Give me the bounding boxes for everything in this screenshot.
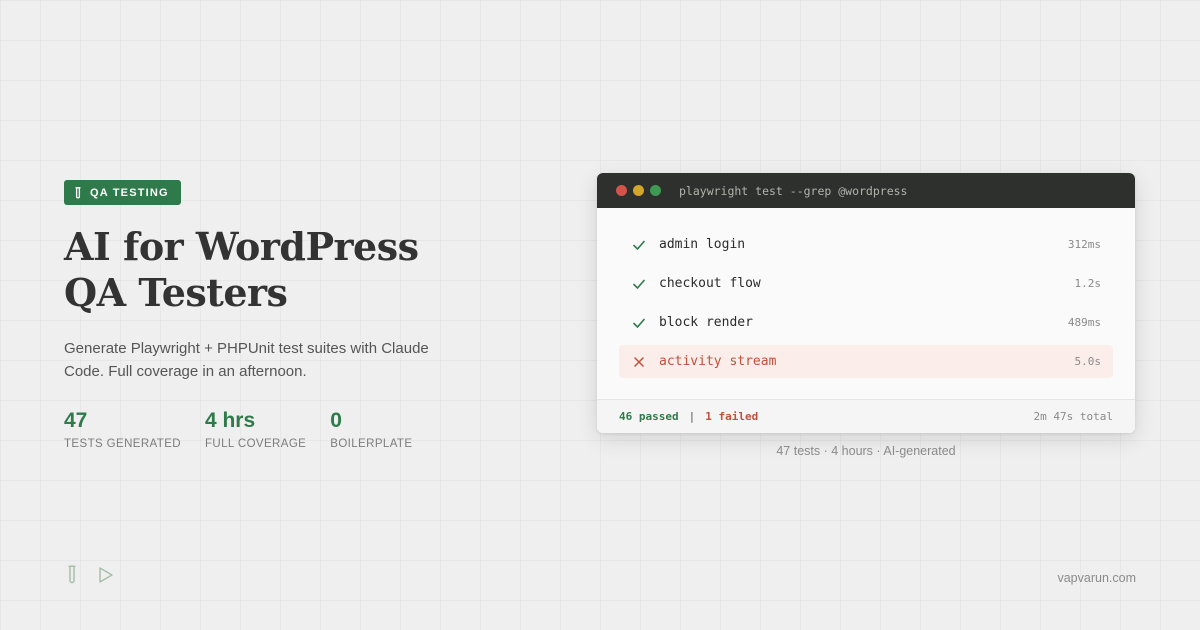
- close-window-dot[interactable]: [616, 185, 627, 196]
- total-duration: 2m 47s total: [1033, 410, 1113, 423]
- stat-full-coverage: 4 hrs FULL COVERAGE: [205, 408, 306, 450]
- test-row: admin login 312ms: [619, 228, 1113, 261]
- test-name: admin login: [659, 237, 746, 252]
- check-icon: [631, 237, 647, 253]
- footer-icons: [66, 565, 114, 585]
- passed-count: 46 passed: [619, 410, 679, 423]
- test-duration: 5.0s: [1074, 355, 1102, 368]
- subtitle: Generate Playwright + PHPUnit test suite…: [64, 340, 429, 380]
- play-icon: [99, 567, 113, 583]
- test-tube-icon: [75, 186, 81, 198]
- check-icon: [631, 315, 647, 331]
- stats-row: 47 TESTS GENERATED 4 hrs FULL COVERAGE 0…: [64, 408, 412, 450]
- test-name: block render: [659, 315, 753, 330]
- stat-tests-generated: 47 TESTS GENERATED: [64, 408, 181, 450]
- test-duration: 1.2s: [1074, 277, 1102, 290]
- stat-label: BOILERPLATE: [330, 438, 413, 450]
- minimize-window-dot[interactable]: [633, 185, 644, 196]
- test-row-failed: activity stream 5.0s: [619, 345, 1113, 378]
- summary-separator: |: [688, 410, 696, 423]
- test-row: checkout flow 1.2s: [619, 267, 1113, 300]
- title-line-2: QA Testers: [64, 270, 288, 315]
- check-icon: [631, 276, 647, 292]
- stat-label: TESTS GENERATED: [64, 438, 181, 450]
- badge-label: QA TESTING: [90, 186, 169, 199]
- category-badge: QA TESTING: [64, 180, 181, 205]
- terminal-caption: 47 tests · 4 hours · AI-generated: [776, 444, 956, 458]
- terminal-window: playwright test --grep @wordpress admin …: [597, 173, 1135, 433]
- stat-value: 0: [330, 409, 342, 432]
- test-results-list: admin login 312ms checkout flow 1.2s blo…: [597, 208, 1135, 398]
- failed-count: 1 failed: [705, 410, 759, 423]
- test-name: checkout flow: [659, 276, 761, 291]
- stat-value: 4 hrs: [204, 409, 256, 432]
- stat-label: FULL COVERAGE: [204, 438, 307, 450]
- terminal-title-bar: playwright test --grep @wordpress: [597, 173, 1135, 208]
- test-duration: 312ms: [1067, 238, 1101, 251]
- stat-boilerplate: 0 BOILERPLATE: [330, 408, 412, 450]
- test-name: activity stream: [659, 354, 777, 369]
- terminal-command: playwright test --grep @wordpress: [679, 183, 908, 198]
- test-row: block render 489ms: [619, 306, 1113, 339]
- maximize-window-dot[interactable]: [650, 185, 661, 196]
- title-line-1: AI for WordPress: [64, 224, 419, 269]
- site-url: vapvarun.com: [1057, 571, 1136, 585]
- test-duration: 489ms: [1067, 316, 1101, 329]
- cross-icon: [631, 354, 647, 370]
- page-title: AI for WordPress QA Testers: [64, 224, 544, 316]
- test-summary: 46 passed | 1 failed 2m 47s total: [597, 399, 1135, 433]
- stat-value: 47: [64, 409, 88, 432]
- test-tube-icon: [68, 565, 76, 584]
